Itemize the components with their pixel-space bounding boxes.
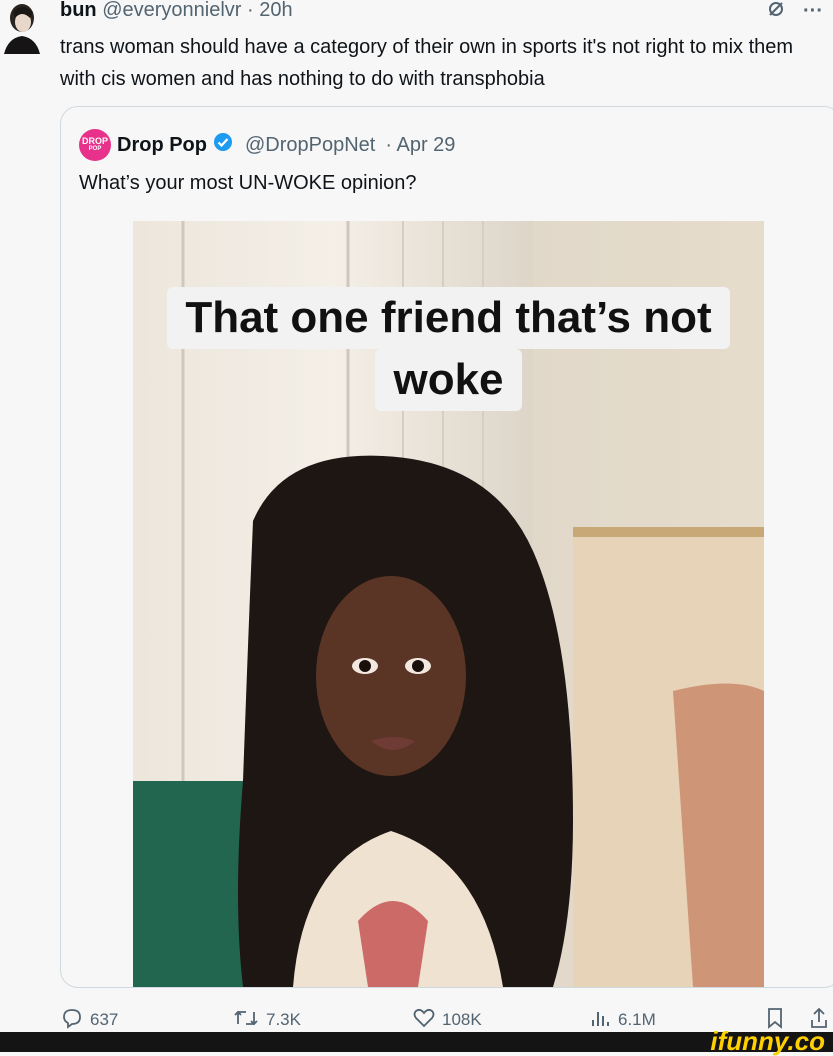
author-avatar[interactable] <box>0 0 44 54</box>
grok-icon[interactable] <box>765 0 787 25</box>
reply-icon <box>60 1006 84 1035</box>
quote-author-handle[interactable]: @DropPopNet <box>245 134 375 157</box>
watermark-bar <box>0 1032 833 1052</box>
verified-badge-icon <box>213 132 233 158</box>
quote-text: What’s your most UN-WOKE opinion? <box>79 172 417 194</box>
tweet-header: bun @everyonnielvr · 20h <box>60 0 293 22</box>
views-count: 6.1M <box>618 1010 656 1029</box>
heart-icon <box>412 1006 436 1035</box>
avatar-text-pop: POP <box>88 146 102 152</box>
tweet-top-icons: ··· <box>765 0 823 25</box>
tweet-time[interactable]: · 20h <box>247 0 293 21</box>
drop-pop-avatar[interactable]: DROP POP <box>79 129 111 161</box>
author-handle[interactable]: @everyonnielvr <box>102 0 241 21</box>
repost-icon <box>232 1006 260 1035</box>
quoted-tweet[interactable]: DROP POP Drop Pop @DropPopNet · Apr 29 W… <box>60 106 833 988</box>
quote-header: DROP POP Drop Pop @DropPopNet · Apr 29 <box>79 129 455 161</box>
like-count: 108K <box>442 1010 482 1029</box>
video-caption: That one friend that’s not woke <box>133 287 764 411</box>
quote-video[interactable]: That one friend that’s not woke <box>133 221 764 987</box>
author-name[interactable]: bun <box>60 0 97 21</box>
reply-count: 637 <box>90 1010 119 1029</box>
ifunny-watermark: ifunny.co <box>710 1026 825 1056</box>
avatar-text-drop: DROP <box>81 136 108 146</box>
views-icon <box>590 1006 612 1035</box>
tweet-text: trans woman should have a category of th… <box>60 36 794 90</box>
repost-count: 7.3K <box>266 1010 301 1029</box>
quote-author-name[interactable]: Drop Pop <box>117 134 207 157</box>
caption-line-2: woke <box>375 349 522 411</box>
caption-line-1: That one friend that’s not <box>167 287 730 349</box>
quote-date[interactable]: · Apr 29 <box>385 134 455 157</box>
more-icon[interactable]: ··· <box>803 0 823 23</box>
